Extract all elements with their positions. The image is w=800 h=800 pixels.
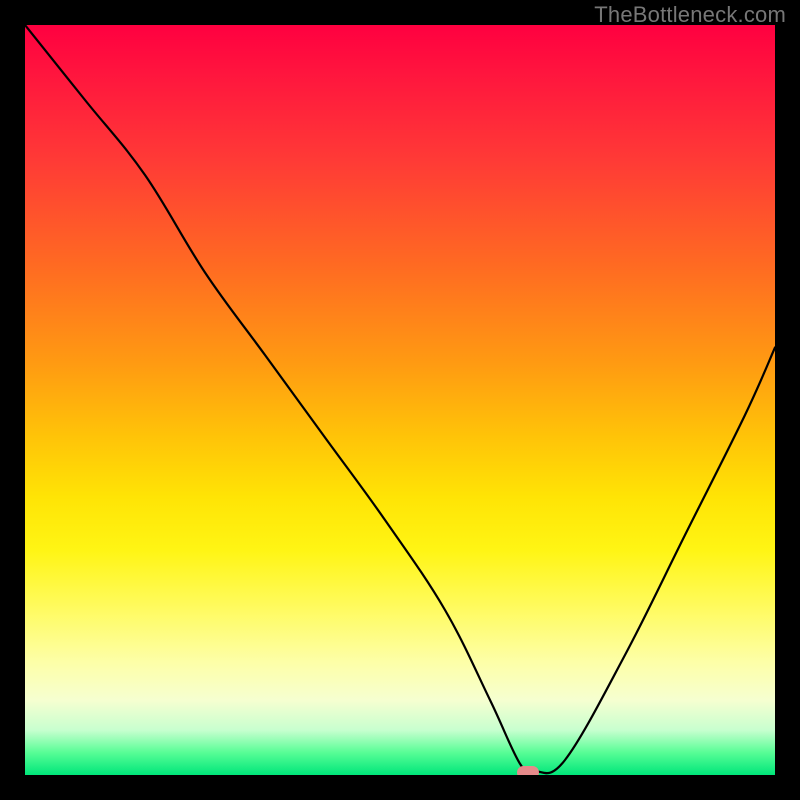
plot-area [25,25,775,775]
optimum-marker [517,766,539,775]
watermark-text: TheBottleneck.com [594,2,786,28]
chart-frame: TheBottleneck.com [0,0,800,800]
bottleneck-curve [25,25,775,775]
